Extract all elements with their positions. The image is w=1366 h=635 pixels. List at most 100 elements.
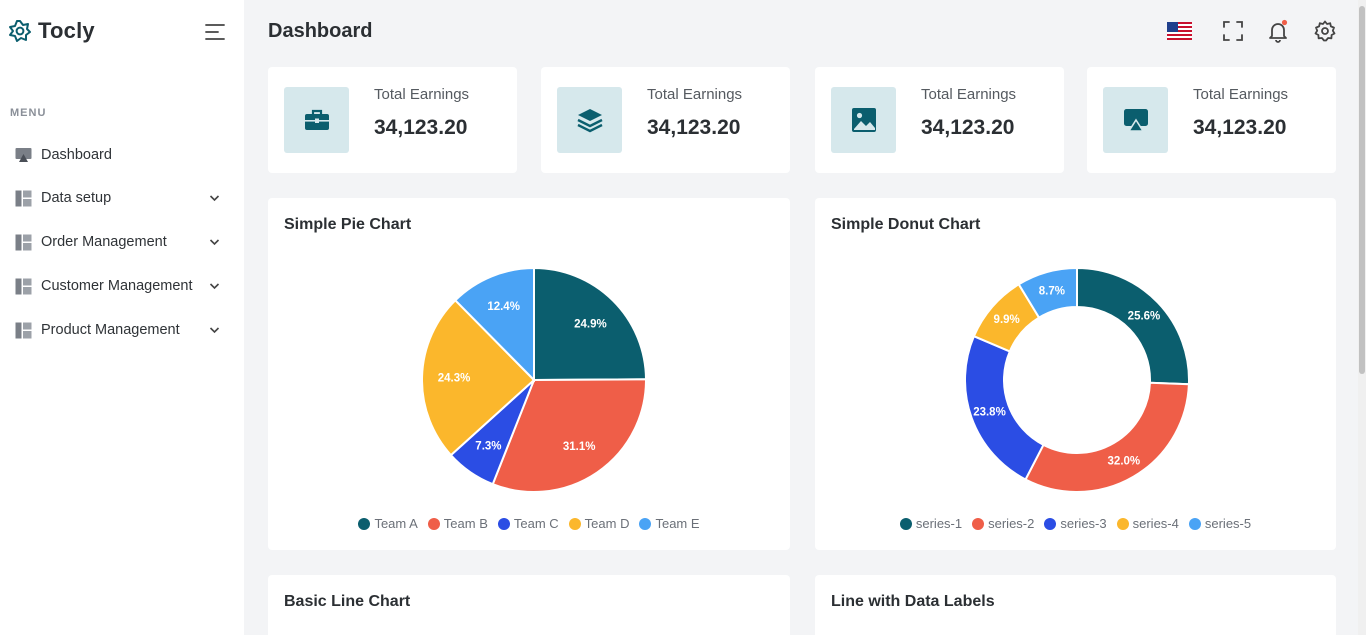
donut-chart: 25.6% 32.0% 23.8% 9.9% 8.7% — [964, 266, 1190, 493]
stat-label: Total Earnings — [647, 86, 743, 103]
line-labels-chart-card: Line with Data Labels — [815, 575, 1336, 635]
stat-icon-box — [1103, 87, 1168, 153]
slice-label: 12.4% — [487, 301, 520, 313]
menu-toggle-icon[interactable] — [204, 22, 226, 42]
page-scrollbar[interactable] — [1358, 0, 1366, 635]
stat-card: Total Earnings 34,123.20 — [815, 67, 1064, 173]
us-flag-icon[interactable] — [1167, 22, 1192, 40]
stat-label: Total Earnings — [1193, 86, 1289, 103]
legend-item[interactable]: series-4 — [1116, 516, 1179, 531]
legend-item[interactable]: Team C — [497, 516, 559, 531]
legend-marker — [1188, 517, 1201, 530]
layout-icon — [15, 278, 32, 294]
legend-item[interactable]: Team A — [358, 516, 418, 531]
brand-name: Tocly — [38, 18, 95, 43]
chevron-down-icon — [209, 283, 220, 290]
legend-marker — [1044, 517, 1057, 530]
legend-marker — [972, 517, 985, 530]
stat-icon-box — [831, 87, 896, 153]
pie-chart-card: Simple Pie Chart 24.9% 31.1% 7.3% 24.3% 12.4… — [268, 198, 790, 550]
sidebar-item-label: Dashboard — [41, 147, 112, 163]
card-title: Basic Line Chart — [284, 593, 411, 610]
stat-icon-box — [284, 87, 349, 153]
sidebar-nav: Dashboard Data setup Order Management Cu… — [0, 138, 244, 352]
stat-card: Total Earnings 34,123.20 — [1087, 67, 1336, 173]
stat-value: 34,123.20 — [647, 116, 741, 139]
legend-item[interactable]: Team E — [639, 516, 700, 531]
pie-chart: 24.9% 31.1% 7.3% 24.3% 12.4% — [421, 266, 648, 493]
slice-label: 25.6% — [1128, 310, 1161, 322]
donut-chart-card: Simple Donut Chart 25.6% 32.0% 23.8% 9.9% 8.… — [815, 198, 1336, 550]
stat-value: 34,123.20 — [1193, 116, 1287, 139]
legend-label: series-3 — [1060, 516, 1107, 531]
briefcase-icon — [304, 109, 329, 130]
legend-label: series-4 — [1132, 516, 1179, 531]
scroll-thumb[interactable] — [1359, 6, 1365, 374]
sidebar-item-order-management[interactable]: Order Management — [0, 220, 244, 264]
top-header: Dashboard — [244, 0, 1366, 62]
layout-icon — [15, 322, 32, 338]
sidebar-item-dashboard[interactable]: Dashboard — [0, 138, 244, 172]
bell-icon[interactable] — [1266, 19, 1290, 43]
donut-legend: series-1 series-2 series-3 series-4 series-5 — [815, 516, 1336, 531]
legend-label: Team D — [584, 516, 630, 531]
slice-label: 9.9% — [994, 314, 1020, 326]
chevron-down-icon — [209, 327, 220, 334]
legend-marker — [427, 517, 440, 530]
sidebar-item-label: Data setup — [41, 190, 112, 206]
chevron-down-icon — [209, 239, 220, 246]
legend-marker — [497, 517, 510, 530]
sidebar-item-label: Customer Management — [41, 278, 193, 294]
legend-item[interactable]: series-3 — [1044, 516, 1107, 531]
legend-label: Team E — [655, 516, 700, 531]
legend-marker — [899, 517, 912, 530]
line-chart-card: Basic Line Chart — [268, 575, 790, 635]
legend-label: Team C — [513, 516, 559, 531]
legend-item[interactable]: Team B — [427, 516, 488, 531]
slice-series-2[interactable] — [1024, 381, 1190, 493]
slice-label: 24.9% — [574, 318, 607, 330]
legend-label: series-2 — [988, 516, 1035, 531]
legend-item[interactable]: series-5 — [1188, 516, 1252, 531]
brand[interactable]: Tocly — [8, 18, 95, 44]
legend-label: series-5 — [1204, 516, 1252, 531]
gear-icon[interactable] — [1313, 19, 1337, 43]
slice-label: 32.0% — [1108, 455, 1141, 467]
sidebar-item-label: Order Management — [41, 234, 167, 250]
slice-label: 8.7% — [1039, 285, 1065, 297]
legend-marker — [568, 517, 581, 530]
legend-label: Team A — [374, 516, 418, 531]
sidebar-item-customer-management[interactable]: Customer Management — [0, 264, 244, 308]
layout-icon — [15, 190, 32, 206]
stat-value: 34,123.20 — [374, 116, 468, 139]
slice-label: 24.3% — [438, 373, 471, 385]
monitor-icon — [15, 147, 32, 162]
legend-label: Team B — [443, 516, 488, 531]
layout-icon — [15, 234, 32, 250]
stat-label: Total Earnings — [374, 86, 470, 103]
stat-card: Total Earnings 34,123.20 — [541, 67, 790, 173]
sidebar-item-data-setup[interactable]: Data setup — [0, 176, 244, 220]
fullscreen-icon[interactable] — [1221, 19, 1245, 43]
legend-marker — [358, 517, 371, 530]
airplay-icon — [1123, 109, 1148, 132]
sidebar-item-product-management[interactable]: Product Management — [0, 308, 244, 352]
legend-item[interactable]: series-1 — [899, 516, 963, 531]
menu-heading: MENU — [10, 107, 47, 119]
layers-icon — [576, 109, 603, 133]
slice-series-1[interactable] — [1076, 266, 1190, 386]
stat-value: 34,123.20 — [921, 116, 1015, 139]
slice-label: 7.3% — [475, 441, 501, 453]
stat-card: Total Earnings 34,123.20 — [268, 67, 517, 173]
stat-icon-box — [557, 87, 622, 153]
pie-legend: Team A Team B Team C Team D Team E — [268, 516, 790, 531]
legend-item[interactable]: Team D — [568, 516, 630, 531]
legend-item[interactable]: series-2 — [972, 516, 1034, 531]
legend-marker — [639, 517, 652, 530]
legend-marker — [1116, 517, 1129, 530]
sidebar: Tocly MENU Dashboard Data setup Order Ma… — [0, 0, 244, 635]
legend-label: series-1 — [915, 516, 963, 531]
card-title: Line with Data Labels — [831, 593, 995, 610]
chevron-down-icon — [209, 195, 220, 202]
image-icon — [851, 108, 876, 132]
